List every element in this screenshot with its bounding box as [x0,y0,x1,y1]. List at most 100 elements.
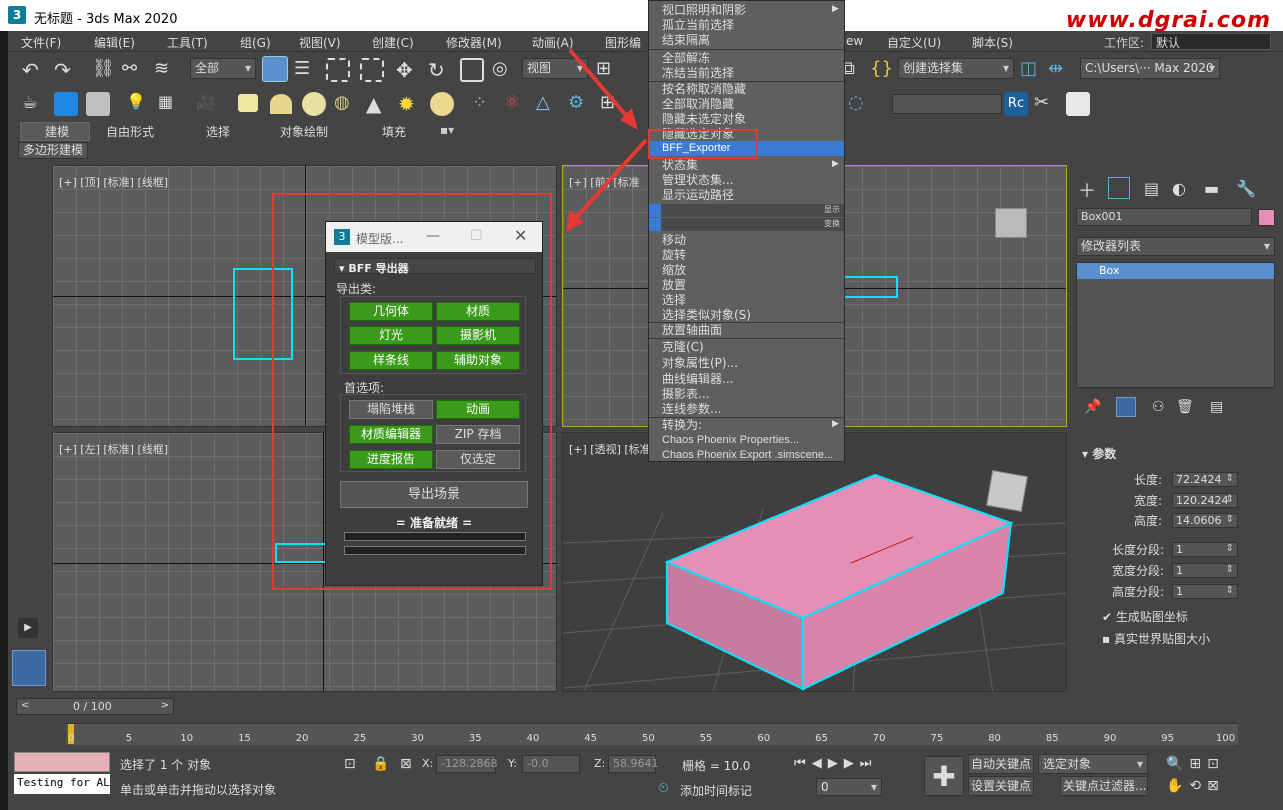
make-unique-icon[interactable]: ⚇ [1152,399,1165,415]
btn-animation[interactable]: 动画 [436,400,520,419]
menu-tools[interactable]: 工具(T) [167,34,208,51]
tetra-icon[interactable]: △ [536,92,560,116]
project-path-combo[interactable]: C:\Users\··· Max 2020 [1080,58,1220,79]
redo-icon[interactable]: ↷ [54,58,78,82]
plane-icon[interactable] [238,94,258,112]
dialog-titlebar[interactable]: 3 模型版... — ☐ ✕ [326,222,542,252]
viewport-perspective[interactable]: [+] [透视] [标准 [562,432,1067,692]
scale-icon[interactable] [460,58,484,82]
menu-customize[interactable]: 自定义(U) [887,34,941,51]
maxscript-mini-listener[interactable] [14,752,110,772]
minimize-icon[interactable]: — [426,228,440,244]
remove-modifier-icon[interactable]: 🗑 [1176,399,1194,415]
length-spinner[interactable]: 72.2424 [1172,472,1238,487]
cm-item-hide-unselected[interactable]: 隐藏未选定对象 [662,112,746,127]
key-selection-combo[interactable]: 选定对象 [1038,754,1148,774]
cm-item-unhide-all[interactable]: 全部取消隐藏 [662,97,734,112]
cm-item-scale[interactable]: 缩放 [662,263,686,278]
display-tab-icon[interactable]: ▬ [1204,179,1219,198]
geosphere-icon[interactable]: ◍ [334,92,358,116]
real-world-checkbox[interactable]: ▪ 真实世界贴图大小 [1102,630,1210,647]
cm-item-rotate[interactable]: 旋转 [662,248,686,263]
cm-item-lighting[interactable]: 视口照明和阴影 [662,3,746,18]
modify-tab-icon[interactable] [1108,177,1130,199]
tools-icon[interactable]: ✂ [1034,92,1058,116]
height-segs-spinner[interactable]: 1 [1172,584,1238,599]
utilities-tab-icon[interactable]: 🔧 [1236,179,1256,198]
time-tag-icon[interactable]: ⏲ [658,780,669,796]
cm-item-place[interactable]: 放置 [662,278,686,293]
cm-item-dope-sheet[interactable]: 摄影表... [662,387,709,402]
bind-space-warp-icon[interactable]: ≋ [154,58,178,82]
viewport-left-label[interactable]: [+] [左] [标准] [线框] [59,441,168,457]
time-slider[interactable]: < 0 / 100 > [16,698,174,715]
display-icon[interactable]: ▦ [158,92,182,116]
cm-item-phoenix-export[interactable]: Chaos Phoenix Export .simscene... [662,448,833,463]
cm-item-select[interactable]: 选择 [662,293,686,308]
height-spinner[interactable]: 14.0606 [1172,513,1238,528]
slate-icon[interactable] [54,92,78,116]
link-icon[interactable]: ⛓ [92,58,116,82]
hierarchy-tab-icon[interactable]: ▤ [1144,179,1159,198]
named-sel-braces-icon[interactable]: {} [870,58,894,82]
sun-icon[interactable]: ✹ [398,92,422,116]
edit-named-sel-icon[interactable]: ⧉ [842,58,866,82]
window-crossing-icon[interactable] [360,58,384,82]
place-icon[interactable]: ◎ [492,58,516,82]
polygon-modeling-tab[interactable]: 多边形建模 [18,142,88,159]
cm-item-select-similar[interactable]: 选择类似对象(S) [662,308,751,323]
menu-file[interactable]: 文件(F) [21,34,61,51]
menu-view-cont[interactable]: ew [846,34,863,48]
set-key-button[interactable]: 设置关键点 [968,776,1034,796]
maxscript-input[interactable]: Testing for AL [14,774,110,794]
rc-icon[interactable]: Rc [1004,92,1028,116]
params-rollout-title[interactable]: ▾ 参数 [1082,445,1116,462]
current-frame-field[interactable]: 0 [816,778,882,796]
menu-create[interactable]: 创建(C) [372,34,414,51]
modifier-stack[interactable]: Box [1076,262,1275,388]
lock-icon[interactable]: 🔒 [372,756,389,772]
viewcube-front[interactable] [995,208,1027,238]
show-end-result-icon[interactable] [1116,397,1136,417]
rollout-header[interactable]: ▾ BFF 导出器 [334,258,536,275]
btn-helper[interactable]: 辅助对象 [436,351,520,370]
align-icon[interactable]: ⇹ [1048,58,1072,82]
rotate-icon[interactable]: ↻ [428,58,452,82]
set-key-big-icon[interactable]: ✚ [924,756,964,796]
dome-icon[interactable] [270,94,292,114]
move-icon[interactable]: ✥ [396,58,420,82]
cm-item-isolate[interactable]: 孤立当前选择 [662,18,734,33]
viewport-nav-icons-2[interactable]: ✋⟲⊠ [1166,778,1225,794]
motion-tab-icon[interactable]: ◐ [1172,179,1186,198]
molecule-icon[interactable]: ⚛ [504,92,528,116]
cm-item-unfreeze-all[interactable]: 全部解冻 [662,51,710,66]
maximize-icon[interactable]: ☐ [470,228,483,244]
ribbon-options-icon[interactable]: ▪▾ [440,123,454,137]
configure-sets-icon[interactable]: ▤ [1210,399,1223,415]
btn-material[interactable]: 材质 [436,302,520,321]
menu-group[interactable]: 组(G) [240,34,271,51]
viewcube-persp[interactable] [986,470,1028,512]
key-filters-button[interactable]: 关键点过滤器... [1060,776,1148,796]
pin-stack-icon[interactable]: 📌 [1084,399,1101,415]
z-coord-field[interactable]: 58.9641 [608,755,659,773]
select-by-name-icon[interactable]: ☰ [294,58,318,82]
playback-controls[interactable]: ⏮◀▶▶⏭ [794,756,877,771]
modifier-list-combo[interactable]: 修改器列表 [1076,237,1275,256]
undo-icon[interactable]: ↶ [22,58,46,82]
tab-freeform[interactable]: 自由形式 [106,123,154,140]
cm-item-place-pivot[interactable]: 放置轴曲面 [662,323,722,338]
cm-item-object-properties[interactable]: 对象属性(P)... [662,356,738,371]
btn-camera[interactable]: 摄影机 [436,326,520,345]
length-segs-spinner[interactable]: 1 [1172,542,1238,557]
camera-icon[interactable]: 🎥 [196,92,220,116]
object-name-field[interactable]: Box001 [1076,208,1252,226]
btn-progress-report[interactable]: 进度报告 [349,450,433,469]
tab-modeling[interactable]: 建模 [45,123,69,140]
object-color-swatch[interactable] [1258,209,1275,226]
select-object-icon[interactable] [262,56,288,82]
workspace-select[interactable]: 默认 [1151,33,1271,50]
cone-icon[interactable]: ▲ [366,92,390,116]
width-segs-spinner[interactable]: 1 [1172,563,1238,578]
viewport-nav-icons[interactable]: 🔍⊞⊡ [1166,756,1225,772]
